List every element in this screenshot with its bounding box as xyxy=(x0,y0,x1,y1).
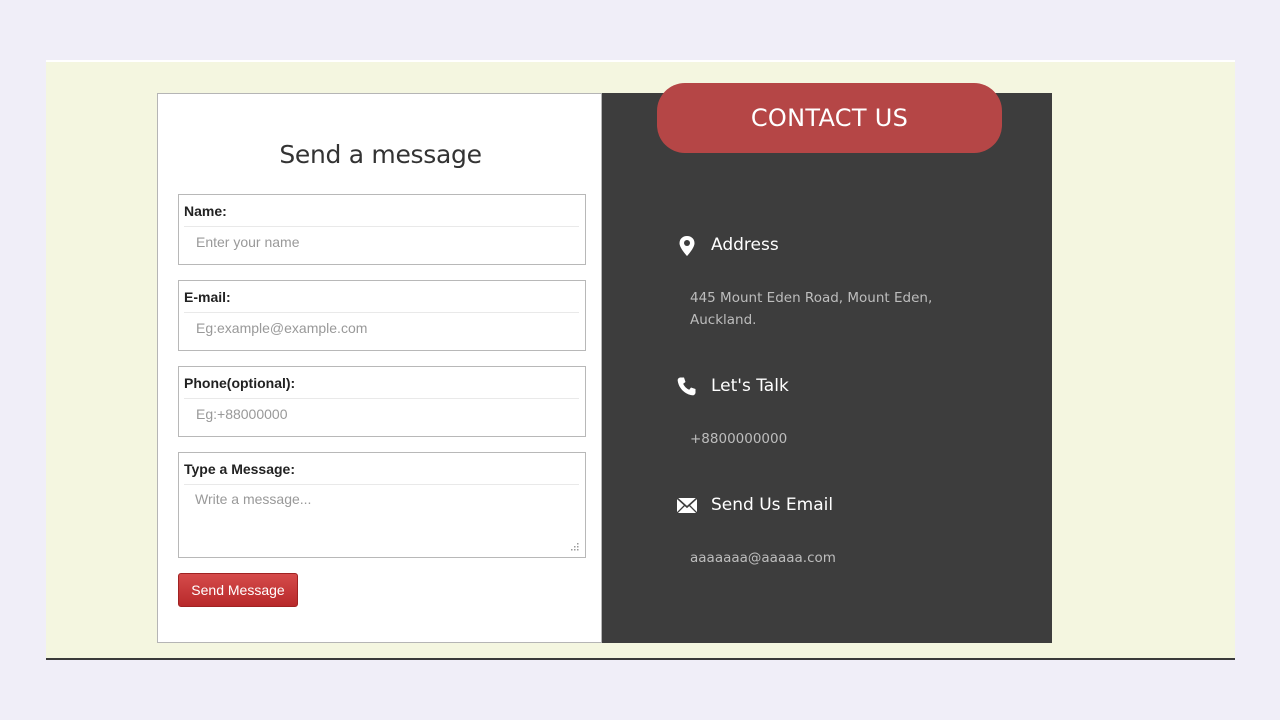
phone-input[interactable] xyxy=(185,401,579,427)
field-divider xyxy=(184,484,579,485)
address-text: 445 Mount Eden Road, Mount Eden, Aucklan… xyxy=(690,287,950,331)
contact-us-badge: CONTACT US xyxy=(657,83,1002,153)
form-title: Send a message xyxy=(279,140,482,169)
phone-number: +8800000000 xyxy=(690,431,788,447)
message-field: Type a Message: xyxy=(178,452,586,558)
email-label: E-mail: xyxy=(184,289,231,305)
email-input[interactable] xyxy=(185,315,579,341)
resize-grip-icon[interactable] xyxy=(570,542,579,551)
address-block: Address 445 Mount Eden Road, Mount Eden,… xyxy=(676,235,996,335)
message-label: Type a Message: xyxy=(184,461,296,477)
name-input[interactable] xyxy=(185,229,579,255)
envelope-icon xyxy=(676,497,698,514)
phone-icon xyxy=(677,377,696,396)
address-heading: Address xyxy=(711,235,779,255)
send-message-button[interactable]: Send Message xyxy=(178,573,298,607)
map-pin-icon xyxy=(679,236,695,256)
email-address: aaaaaaa@aaaaa.com xyxy=(690,550,836,566)
email-field: E-mail: xyxy=(178,280,586,351)
name-label: Name: xyxy=(184,203,227,219)
contact-card: Send a message Name: E-mail: Phone(optio… xyxy=(157,83,1052,643)
name-field: Name: xyxy=(178,194,586,265)
phone-heading: Let's Talk xyxy=(711,376,789,396)
address-line-1: 445 Mount Eden Road, Mount Eden, xyxy=(690,290,933,306)
address-line-2: Auckland. xyxy=(690,312,757,328)
phone-field: Phone(optional): xyxy=(178,366,586,437)
field-divider xyxy=(184,226,579,227)
phone-label: Phone(optional): xyxy=(184,375,296,391)
email-block: Send Us Email aaaaaaa@aaaaa.com xyxy=(676,495,996,575)
email-heading: Send Us Email xyxy=(711,495,834,515)
phone-block: Let's Talk +8800000000 xyxy=(676,376,996,456)
message-textarea[interactable] xyxy=(185,489,579,553)
field-divider xyxy=(184,312,579,313)
field-divider xyxy=(184,398,579,399)
message-form: Send a message Name: E-mail: Phone(optio… xyxy=(157,93,602,643)
